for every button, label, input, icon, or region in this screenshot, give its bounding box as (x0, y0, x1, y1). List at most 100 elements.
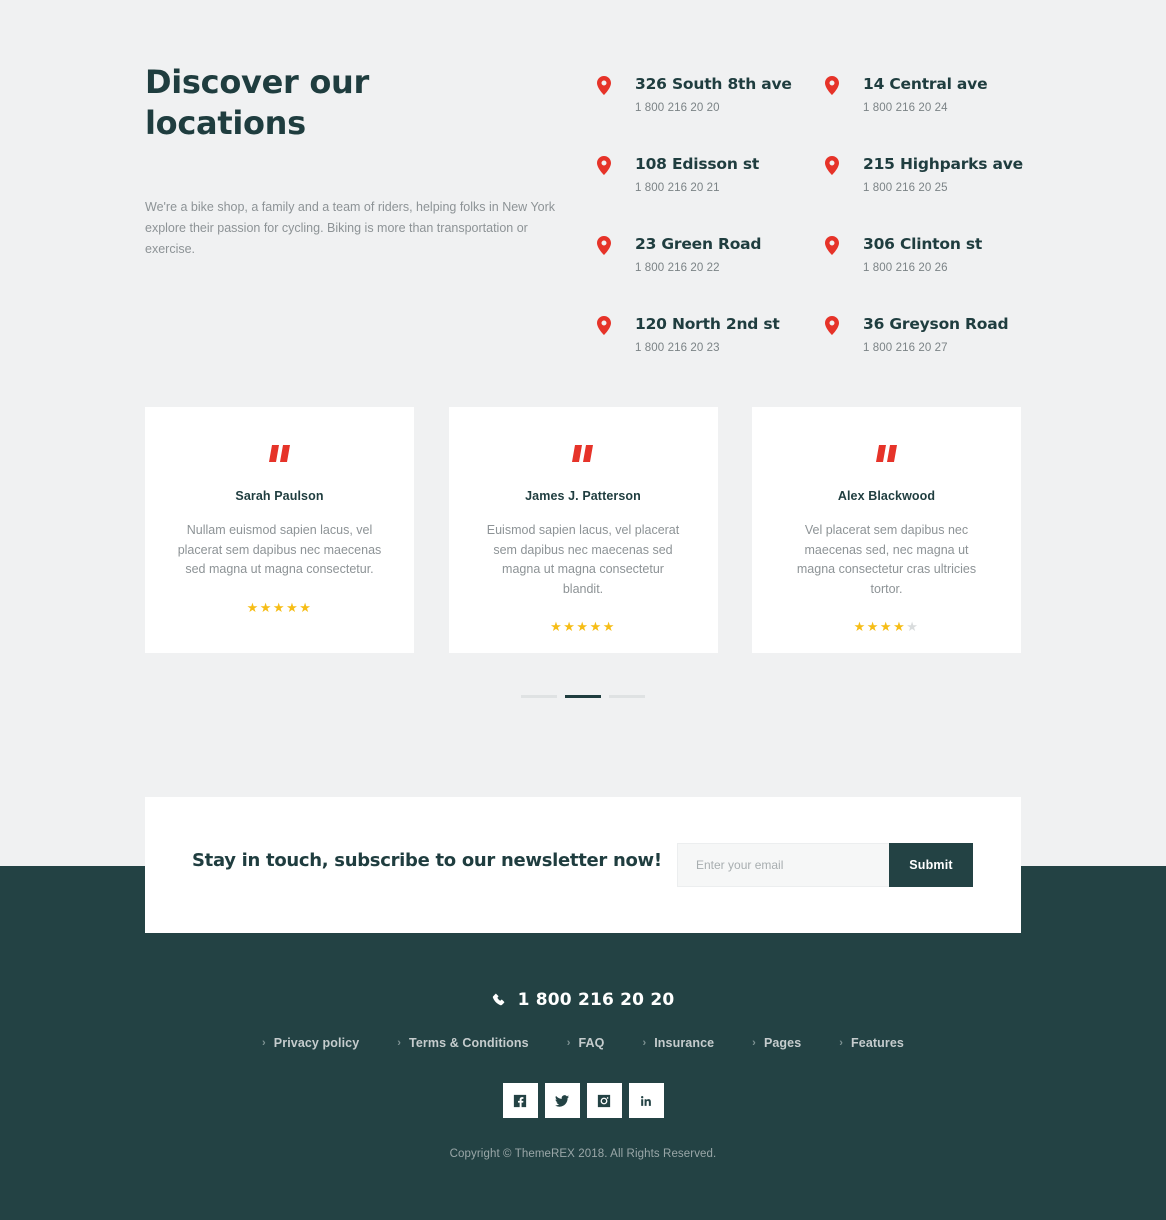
footer-link-label: Terms & Conditions (409, 1036, 529, 1050)
location-item[interactable]: 120 North 2nd st 1 800 216 20 23 (597, 314, 825, 354)
location-address: 108 Edisson st (635, 155, 760, 173)
carousel-pagination[interactable] (0, 695, 1166, 698)
chevron-right-icon: › (752, 1036, 756, 1049)
map-pin-icon (825, 76, 839, 95)
testimonial-card: Sarah Paulson Nullam euismod sapien lacu… (145, 407, 414, 653)
email-input[interactable] (677, 843, 889, 887)
instagram-link[interactable] (586, 1083, 622, 1118)
testimonial-author: Sarah Paulson (235, 489, 324, 503)
facebook-link[interactable] (502, 1083, 538, 1118)
testimonial-card: James J. Patterson Euismod sapien lacus,… (448, 407, 718, 653)
footer-link-terms-conditions[interactable]: › Terms & Conditions (397, 1036, 528, 1050)
star-icon: ★ (299, 599, 313, 615)
testimonial-card: Alex Blackwood Vel placerat sem dapibus … (752, 407, 1021, 653)
testimonial-text: Nullam euismod sapien lacus, vel placera… (177, 523, 382, 576)
location-phone: 1 800 216 20 27 (863, 342, 948, 354)
star-icon: ★ (272, 599, 287, 615)
location-address: 36 Greyson Road (863, 315, 1009, 333)
locations-grid: 326 South 8th ave 1 800 216 20 20 14 Cen… (597, 74, 1027, 354)
linkedin-icon (641, 1095, 651, 1106)
location-address: 23 Green Road (635, 235, 762, 253)
map-pin-icon (597, 76, 611, 95)
newsletter-title: Stay in touch, subscribe to our newslett… (192, 850, 662, 871)
location-item[interactable]: 23 Green Road 1 800 216 20 22 (597, 234, 825, 274)
rating-stars: ★★★★★ (145, 599, 414, 615)
location-phone: 1 800 216 20 26 (863, 262, 948, 274)
locations-description: We're a bike shop, a family and a team o… (145, 200, 556, 256)
star-icon: ★ (866, 619, 880, 634)
location-address: 306 Clinton st (863, 235, 983, 253)
testimonial-text: Vel placerat sem dapibus nec maecenas se… (796, 523, 977, 596)
location-address: 14 Central ave (863, 75, 988, 93)
location-phone: 1 800 216 20 25 (863, 182, 948, 194)
star-icon: ★ (576, 619, 590, 634)
page-root: Discover our locations We're a bike shop… (0, 0, 1166, 1220)
location-item[interactable]: 108 Edisson st 1 800 216 20 21 (597, 154, 825, 194)
location-phone: 1 800 216 20 20 (635, 102, 720, 114)
chevron-right-icon: › (566, 1036, 571, 1049)
location-address: 215 Highparks ave (863, 155, 1023, 173)
footer-link-features[interactable]: › Features (839, 1036, 904, 1050)
star-icon: ★ (246, 599, 260, 615)
star-icon: ★ (563, 619, 577, 634)
copyright-text: Copyright © ThemeREX 2018. All Rights Re… (449, 1148, 717, 1160)
map-pin-icon (825, 156, 839, 175)
location-item[interactable]: 14 Central ave 1 800 216 20 24 (825, 74, 1025, 114)
location-item[interactable]: 306 Clinton st 1 800 216 20 26 (825, 234, 1025, 274)
testimonials-section: Sarah Paulson Nullam euismod sapien lacu… (145, 407, 1021, 653)
location-address: 120 North 2nd st (635, 315, 780, 333)
instagram-icon (597, 1094, 611, 1107)
location-item[interactable]: 36 Greyson Road 1 800 216 20 27 (825, 314, 1025, 354)
carousel-dot-2[interactable] (565, 695, 601, 698)
location-phone: 1 800 216 20 21 (635, 182, 720, 194)
submit-button[interactable]: Submit (889, 843, 973, 887)
star-icon: ★ (853, 619, 867, 634)
map-pin-icon (597, 316, 611, 335)
location-item[interactable]: 326 South 8th ave 1 800 216 20 20 (597, 74, 825, 114)
carousel-dot-3[interactable] (609, 695, 645, 698)
quote-mark-icon (268, 445, 290, 462)
star-icon: ★ (550, 619, 564, 634)
chevron-right-icon: › (262, 1036, 266, 1049)
star-icon: ★ (602, 619, 616, 634)
footer-link-faq[interactable]: › FAQ (567, 1036, 605, 1050)
newsletter-card: Stay in touch, subscribe to our newslett… (145, 797, 1021, 933)
page-title: Discover our locations (145, 63, 369, 142)
testimonial-author: James J. Patterson (525, 489, 641, 503)
location-item[interactable]: 215 Highparks ave 1 800 216 20 25 (825, 154, 1025, 194)
star-icon: ★ (906, 619, 920, 634)
map-pin-icon (825, 236, 839, 255)
location-phone: 1 800 216 20 24 (863, 102, 948, 114)
locations-intro: Discover our locations We're a bike shop… (145, 62, 575, 260)
footer-link-label: Insurance (654, 1036, 715, 1050)
map-pin-icon (825, 316, 839, 335)
facebook-icon (513, 1094, 527, 1107)
star-icon: ★ (259, 599, 273, 615)
footer-link-label: Pages (763, 1036, 802, 1050)
footer-phone[interactable]: 1 800 216 20 20 (0, 990, 1166, 1010)
map-pin-icon (597, 236, 611, 255)
footer-link-pages[interactable]: › Pages (752, 1036, 801, 1050)
linkedin-link[interactable] (628, 1083, 664, 1118)
location-phone: 1 800 216 20 22 (635, 262, 720, 274)
phone-icon (492, 993, 504, 1005)
rating-stars: ★★★★★ (752, 620, 1021, 634)
footer-link-privacy-policy[interactable]: › Privacy policy (262, 1036, 359, 1050)
location-address: 326 South 8th ave (635, 75, 792, 93)
footer-link-label: Features (851, 1036, 904, 1050)
footer-link-label: FAQ (578, 1036, 605, 1050)
star-icon: ★ (879, 619, 894, 634)
chevron-right-icon: › (839, 1036, 844, 1049)
chevron-right-icon: › (642, 1036, 647, 1049)
quote-mark-icon (875, 445, 897, 462)
testimonial-author: Alex Blackwood (837, 489, 936, 503)
footer-link-insurance[interactable]: › Insurance (642, 1036, 714, 1050)
carousel-dot-1[interactable] (521, 695, 557, 698)
star-icon: ★ (893, 619, 907, 634)
map-pin-icon (597, 156, 611, 175)
location-phone: 1 800 216 20 23 (635, 342, 720, 354)
footer-phone-number: 1 800 216 20 20 (517, 990, 675, 1010)
star-icon: ★ (589, 619, 603, 634)
twitter-link[interactable] (544, 1083, 580, 1118)
newsletter-form: Submit (677, 843, 973, 887)
